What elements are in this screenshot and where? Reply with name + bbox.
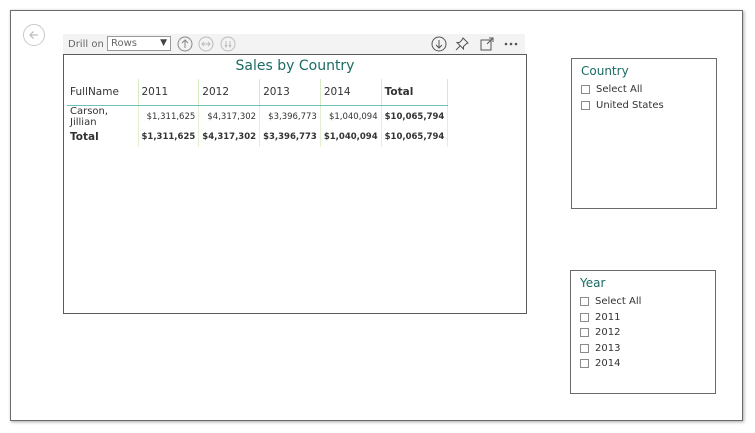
slicer-item-united-states[interactable]: United States xyxy=(581,100,664,111)
column-header-2013[interactable]: 2013 xyxy=(259,79,321,106)
year-slicer-title: Year xyxy=(580,276,606,290)
slicer-item-2013[interactable]: 2013 xyxy=(580,343,620,354)
slicer-item-2014[interactable]: 2014 xyxy=(580,358,620,369)
year-slicer: Year Select All 2011 2012 2013 2014 xyxy=(570,270,716,394)
table-row: Carson, Jillian $1,311,625 $4,317,302 $3… xyxy=(67,105,449,128)
checkbox[interactable] xyxy=(580,344,589,353)
row-header-name[interactable]: Carson, Jillian xyxy=(67,105,138,128)
table-cell: $1,311,625 xyxy=(137,105,199,128)
total-cell: $1,040,094 xyxy=(319,127,382,147)
column-header-2012[interactable]: 2012 xyxy=(198,79,260,106)
chevron-down-icon: ▼ xyxy=(160,38,167,48)
total-cell: $1,311,625 xyxy=(137,127,199,147)
table-cell-total: $10,065,794 xyxy=(380,105,449,128)
checkbox[interactable] xyxy=(580,359,589,368)
drill-on-value: Rows xyxy=(111,38,138,49)
total-cell: $3,396,773 xyxy=(259,127,321,147)
grand-total-cell: $10,065,794 xyxy=(380,127,449,147)
slicer-item-label: 2011 xyxy=(595,312,621,323)
checkbox[interactable] xyxy=(580,328,589,337)
visual-header-toolbar: Drill on Rows ▼ xyxy=(63,34,525,54)
visual-title: Sales by Country xyxy=(235,58,355,74)
header-row: FullName 2011 2012 2013 2014 Total xyxy=(67,79,449,106)
column-header-2011[interactable]: 2011 xyxy=(137,79,199,106)
checkbox[interactable] xyxy=(581,101,590,110)
drill-on-label: Drill on xyxy=(68,39,104,50)
matrix-table: FullName 2011 2012 2013 2014 Total Carso… xyxy=(67,79,449,147)
table-cell: $1,040,094 xyxy=(319,105,382,128)
slicer-item-select-all[interactable]: Select All xyxy=(581,84,642,95)
download-icon[interactable] xyxy=(431,36,447,52)
column-header-2014[interactable]: 2014 xyxy=(319,79,382,106)
slicer-item-label: 2013 xyxy=(595,343,621,354)
column-header-fullname[interactable]: FullName xyxy=(67,79,138,106)
back-arrow-icon xyxy=(29,31,38,39)
matrix-visual[interactable]: Sales by Country FullName 2011 2012 2013… xyxy=(63,54,527,314)
checkbox[interactable] xyxy=(581,85,590,94)
table-cell: $3,396,773 xyxy=(259,105,321,128)
checkbox[interactable] xyxy=(580,313,589,322)
slicer-item-2012[interactable]: 2012 xyxy=(580,327,620,338)
slicer-item-label: United States xyxy=(596,100,664,111)
table-cell: $4,317,302 xyxy=(198,105,260,128)
slicer-item-label: Select All xyxy=(595,296,642,307)
slicer-item-label: Select All xyxy=(596,84,643,95)
country-slicer: Country Select All United States xyxy=(571,58,717,209)
slicer-item-select-all[interactable]: Select All xyxy=(580,296,641,307)
drill-on-select[interactable]: Rows ▼ xyxy=(107,36,171,51)
expand-all-icon[interactable] xyxy=(198,36,214,52)
total-row: Total $1,311,625 $4,317,302 $3,396,773 $… xyxy=(67,127,449,147)
country-slicer-title: Country xyxy=(581,64,629,78)
pin-icon[interactable] xyxy=(454,36,470,52)
total-row-label: Total xyxy=(70,131,99,143)
slicer-item-label: 2012 xyxy=(595,327,621,338)
focus-mode-icon[interactable] xyxy=(479,36,495,52)
back-button[interactable] xyxy=(23,24,45,46)
slicer-item-label: 2014 xyxy=(595,358,621,369)
checkbox[interactable] xyxy=(580,297,589,306)
more-options-icon[interactable] xyxy=(503,36,519,52)
slicer-item-2011[interactable]: 2011 xyxy=(580,312,620,323)
total-cell: $4,317,302 xyxy=(198,127,260,147)
drill-up-icon[interactable] xyxy=(177,36,193,52)
column-header-total[interactable]: Total xyxy=(380,79,449,106)
drill-down-icon[interactable] xyxy=(220,36,236,52)
